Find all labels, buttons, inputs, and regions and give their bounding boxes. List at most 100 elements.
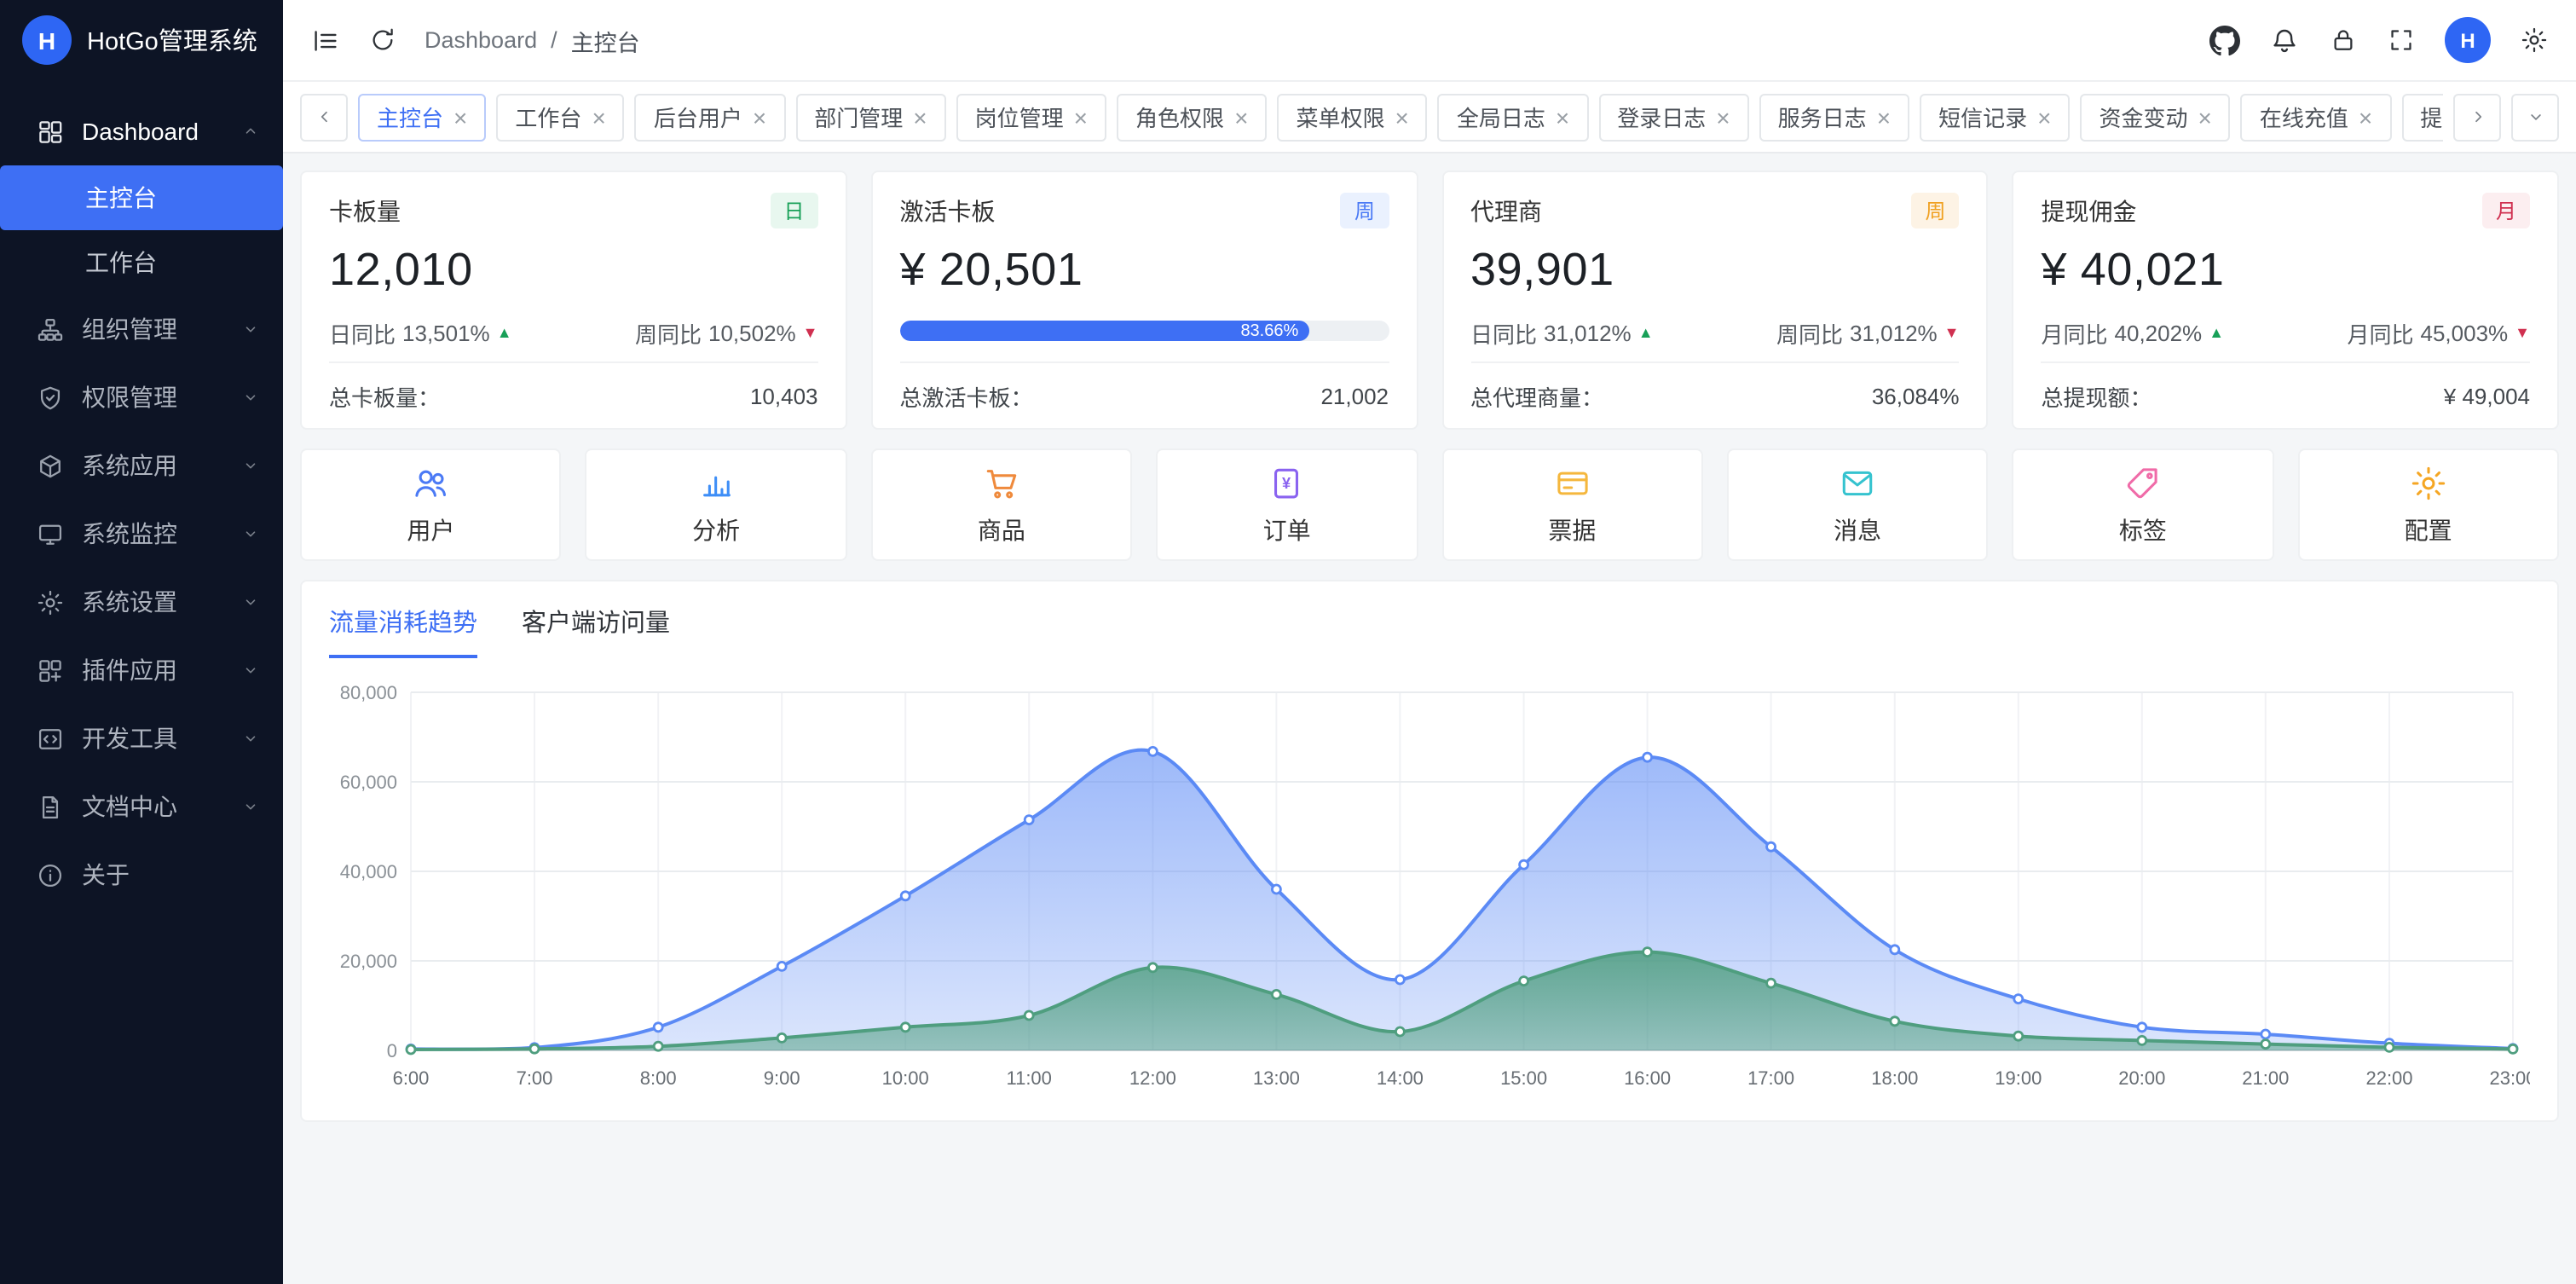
notifications-bell-icon[interactable] <box>2269 25 2300 55</box>
close-icon[interactable]: × <box>2037 105 2051 129</box>
monitor-icon <box>36 519 65 548</box>
route-tab[interactable]: 在线充值× <box>2241 93 2391 141</box>
quick-action-label: 消息 <box>1834 512 1881 547</box>
sidebar-item-dashboard[interactable]: Dashboard <box>0 97 283 165</box>
fullscreen-icon[interactable] <box>2387 26 2416 55</box>
route-tab[interactable]: 角色权限 × <box>1117 93 1267 141</box>
quick-action-label: 分析 <box>692 512 740 547</box>
svg-text:¥: ¥ <box>1283 474 1292 491</box>
menu-collapse-icon[interactable] <box>310 25 341 55</box>
chart-tab[interactable]: 流量消耗趋势 <box>329 604 477 658</box>
route-tab[interactable]: 后台用户 × <box>635 93 785 141</box>
route-tab-label: 后台用户 <box>654 101 742 133</box>
svg-text:12:00: 12:00 <box>1129 1067 1176 1089</box>
sidebar-subitem-workbench[interactable]: 工作台 <box>0 230 283 295</box>
chart-tab[interactable]: 客户端访问量 <box>522 604 670 658</box>
header-right: H <box>2209 17 2549 63</box>
chevron-down-icon <box>240 728 261 749</box>
close-icon[interactable]: × <box>1234 105 1248 129</box>
ticket-icon <box>1552 463 1591 502</box>
breadcrumb-root[interactable]: Dashboard <box>425 27 537 53</box>
quick-action-用户[interactable]: 用户 <box>300 448 562 561</box>
sidebar-item-sys-setting[interactable]: 系统设置 <box>0 568 283 636</box>
svg-text:20:00: 20:00 <box>2118 1067 2165 1089</box>
route-tab[interactable]: 岗位管理× <box>956 93 1106 141</box>
close-icon[interactable]: × <box>1395 105 1408 129</box>
lock-screen-icon[interactable] <box>2329 26 2358 55</box>
route-tab-label: 角色权限 <box>1135 101 1224 133</box>
close-icon[interactable]: × <box>913 105 927 129</box>
stat-card-footer-value: 36,084% <box>1872 383 1960 408</box>
close-icon[interactable]: × <box>2359 105 2372 129</box>
route-tab[interactable]: 主控台× <box>358 93 486 141</box>
chevron-down-icon <box>240 796 261 817</box>
close-icon[interactable]: × <box>1716 105 1730 129</box>
sidebar-item-about[interactable]: 关于 <box>0 841 283 909</box>
quick-action-配置[interactable]: 配置 <box>2297 448 2559 561</box>
close-icon[interactable]: × <box>1556 105 1569 129</box>
chart-tab-label: 客户端访问量 <box>522 610 670 638</box>
sidebar-logo[interactable]: H HotGo管理系统 <box>0 0 283 80</box>
route-tab[interactable]: 菜单权限× <box>1277 93 1427 141</box>
sidebar-item-dev-tools[interactable]: 开发工具 <box>0 704 283 772</box>
svg-text:9:00: 9:00 <box>764 1067 800 1089</box>
svg-text:80,000: 80,000 <box>340 682 397 703</box>
sidebar-item-sys-app[interactable]: 系统应用 <box>0 431 283 500</box>
settings-gear-icon[interactable] <box>2520 26 2549 55</box>
route-tab-label: 资金变动 <box>2099 101 2187 133</box>
app-logo-icon: H <box>22 15 72 65</box>
quick-action-商品[interactable]: 商品 <box>871 448 1133 561</box>
tabs-scroll-right-button[interactable] <box>2453 93 2501 141</box>
tabs-menu-button[interactable] <box>2511 93 2559 141</box>
close-icon[interactable]: × <box>1877 105 1891 129</box>
route-tab[interactable]: 全局日志 × <box>1438 93 1588 141</box>
route-tab-label: 全局日志 <box>1457 101 1545 133</box>
sidebar-subitem-console[interactable]: 主控台 <box>0 165 283 230</box>
sidebar-item-label: 系统应用 <box>82 448 240 483</box>
app-root: H HotGo管理系统 Dashboard主控台工作台组织管理权限管理系统应用系… <box>0 0 2576 1284</box>
svg-text:23:00: 23:00 <box>2489 1067 2530 1089</box>
close-icon[interactable]: × <box>2198 105 2212 129</box>
close-icon[interactable]: × <box>453 105 467 129</box>
route-tab[interactable]: 服务日志× <box>1759 93 1909 141</box>
route-tab[interactable]: 短信记录× <box>1920 93 2070 141</box>
quick-actions-row: 用户分析 商品 ¥订单票据消息 标签配置 <box>300 448 2559 561</box>
quick-action-票据[interactable]: 票据 <box>1441 448 1703 561</box>
route-tabs: 主控台×工作台×后台用户×部门管理×岗位管理×角色权限×菜单权限×全局日志×登录… <box>358 93 2443 141</box>
sidebar-item-label: 组织管理 <box>82 312 240 346</box>
route-tab-label: 部门管理 <box>814 101 903 133</box>
sidebar-item-sys-monitor[interactable]: 系统监控 <box>0 500 283 568</box>
user-avatar[interactable]: H <box>2445 17 2491 63</box>
route-tab[interactable]: 资金变动 × <box>2080 93 2230 141</box>
sidebar-item-doc-center[interactable]: 文档中心 <box>0 772 283 841</box>
mail-icon <box>1838 463 1877 502</box>
quick-action-label: 商品 <box>978 512 1025 547</box>
quick-action-标签[interactable]: 标签 <box>2013 448 2274 561</box>
stat-card: 提现佣金月¥ 40,021月同比40,202%▲月同比45,003%▼总提现额：… <box>2013 171 2560 430</box>
route-tab[interactable]: 部门管理 × <box>795 93 945 141</box>
stat-card-badge: 周 <box>1341 193 1389 228</box>
close-icon[interactable]: × <box>753 105 766 129</box>
refresh-icon[interactable] <box>368 26 397 55</box>
breadcrumb-current: 主控台 <box>571 23 640 57</box>
chevron-down-icon <box>240 592 261 612</box>
close-icon[interactable]: × <box>1074 105 1088 129</box>
route-tab[interactable]: 登录日志× <box>1598 93 1748 141</box>
route-tab[interactable]: 提现管理× <box>2401 93 2443 141</box>
quick-action-消息[interactable]: 消息 <box>1727 448 1989 561</box>
sidebar-menu: Dashboard主控台工作台组织管理权限管理系统应用系统监控系统设置插件应用开… <box>0 80 283 909</box>
sidebar-item-plugin-app[interactable]: 插件应用 <box>0 636 283 704</box>
sidebar-item-perm-manage[interactable]: 权限管理 <box>0 363 283 431</box>
route-tab[interactable]: 工作台× <box>496 93 624 141</box>
stat-card-footer-label: 总提现额： <box>2042 379 2152 412</box>
close-icon[interactable]: × <box>592 105 605 129</box>
github-icon[interactable] <box>2209 25 2240 55</box>
svg-text:60,000: 60,000 <box>340 772 397 793</box>
metric-label: 周同比 <box>635 317 702 350</box>
main-column: Dashboard / 主控台 H 主控台×工作台×后台用户×部门管理×岗位管理… <box>283 0 2576 1284</box>
quick-action-分析[interactable]: 分析 <box>586 448 847 561</box>
sidebar-item-org-manage[interactable]: 组织管理 <box>0 295 283 363</box>
metric-label: 日同比 <box>329 317 396 350</box>
quick-action-订单[interactable]: ¥订单 <box>1156 448 1418 561</box>
tabs-scroll-left-button[interactable] <box>300 93 348 141</box>
